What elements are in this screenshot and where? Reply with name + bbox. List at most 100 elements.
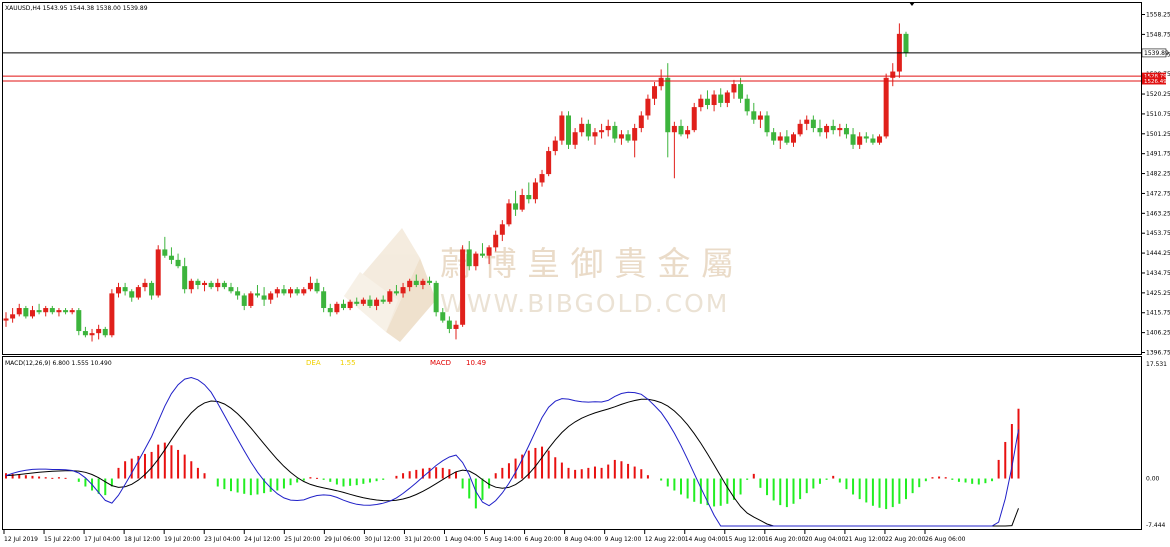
candle-body	[380, 299, 386, 302]
candle-body	[407, 280, 413, 288]
time-tick-label: 12 Aug 22:00	[645, 536, 686, 543]
candle	[16, 303, 22, 317]
candle-body	[274, 289, 280, 294]
macd-bar	[759, 478, 762, 488]
macd-bar	[249, 478, 252, 496]
candle	[10, 308, 16, 323]
candle-body	[685, 130, 691, 135]
candle	[890, 63, 896, 87]
macd-bar	[223, 478, 226, 490]
macd-bar	[957, 478, 960, 482]
candle	[288, 287, 294, 298]
candle-body	[360, 299, 366, 304]
candle-body	[327, 308, 333, 313]
candle-body	[16, 308, 22, 315]
candle	[685, 125, 691, 139]
candle-body	[592, 132, 598, 137]
macd-bar	[349, 478, 352, 486]
candle	[751, 102, 757, 124]
macd-bar	[468, 478, 471, 499]
candle	[202, 280, 208, 292]
candle	[843, 123, 849, 139]
candle	[572, 128, 578, 149]
candle	[506, 199, 512, 227]
time-tick-label: 6 Aug 20:00	[525, 536, 562, 543]
candle-body	[843, 128, 849, 135]
macd-bar	[355, 478, 358, 486]
macd-tick-label: 17.531	[1146, 361, 1167, 368]
candle-body	[281, 289, 287, 294]
candle-body	[546, 151, 552, 175]
time-tick-label: 18 Jul 12:00	[124, 536, 160, 543]
candle	[221, 280, 227, 290]
macd-bar	[699, 478, 702, 504]
macd-bar	[918, 478, 921, 488]
macd-bar	[739, 478, 742, 495]
candle-body	[43, 308, 49, 313]
candle	[122, 282, 128, 296]
macd-bar	[766, 478, 769, 496]
candle	[268, 291, 274, 304]
price-tick-label: 1558.25	[1146, 12, 1170, 19]
candle-body	[321, 291, 327, 309]
macd-bar	[441, 467, 444, 479]
time-tick-label: 21 Aug 12:00	[845, 536, 886, 543]
candle-body	[870, 138, 876, 143]
candle-body	[149, 282, 155, 296]
candle-body	[479, 253, 485, 256]
macd-bar	[230, 478, 232, 492]
candle-body	[453, 324, 459, 329]
candle-body	[182, 266, 188, 290]
candle	[883, 73, 889, 139]
candle-body	[3, 318, 9, 321]
candle-body	[440, 312, 446, 321]
candle	[539, 169, 545, 187]
candle-body	[261, 295, 267, 300]
candle	[188, 278, 194, 294]
candle	[208, 280, 214, 290]
macd-bar	[779, 478, 782, 506]
macd-bar	[11, 473, 14, 479]
candle-body	[288, 289, 294, 294]
candle	[599, 123, 605, 139]
candle-body	[618, 134, 624, 139]
candle	[744, 94, 750, 116]
macd-bar	[183, 454, 186, 479]
candle	[632, 123, 638, 158]
candle	[3, 312, 9, 327]
macd-bar	[905, 478, 907, 500]
macd-bar	[24, 475, 27, 479]
candle-body	[188, 280, 194, 290]
macd-bar	[799, 478, 802, 500]
macd-bar	[726, 478, 729, 504]
macd-bar	[256, 478, 259, 495]
time-tick-label: 25 Jul 20:00	[284, 536, 320, 543]
macd-bar	[878, 478, 881, 508]
candle	[638, 111, 644, 133]
macd-bar	[481, 478, 484, 500]
candle-body	[678, 125, 684, 135]
candle-body	[585, 123, 591, 137]
candle-body	[162, 249, 168, 256]
candle-body	[632, 128, 638, 141]
watermark: 蔚 博 皇 御 貴 金 屬 WWW.BIBGOLD.COM	[344, 228, 734, 342]
candle-body	[82, 331, 88, 336]
candle-body	[294, 289, 300, 294]
candle-body	[116, 287, 121, 294]
candle-body	[757, 115, 763, 120]
macd-bar	[428, 467, 431, 479]
candle-body	[314, 282, 320, 292]
candle-body	[433, 282, 439, 313]
time-tick-label: 9 Aug 12:00	[605, 536, 642, 543]
macd-bar	[613, 459, 616, 479]
candle-body	[10, 314, 16, 319]
candle	[559, 111, 565, 145]
macd-bar	[713, 478, 716, 507]
macd-bar	[402, 473, 405, 479]
candle-body	[76, 310, 82, 332]
candle	[850, 128, 856, 149]
macd-bar	[157, 444, 160, 479]
candle-body	[625, 134, 631, 141]
candle	[162, 236, 168, 258]
candle-body	[903, 33, 909, 53]
